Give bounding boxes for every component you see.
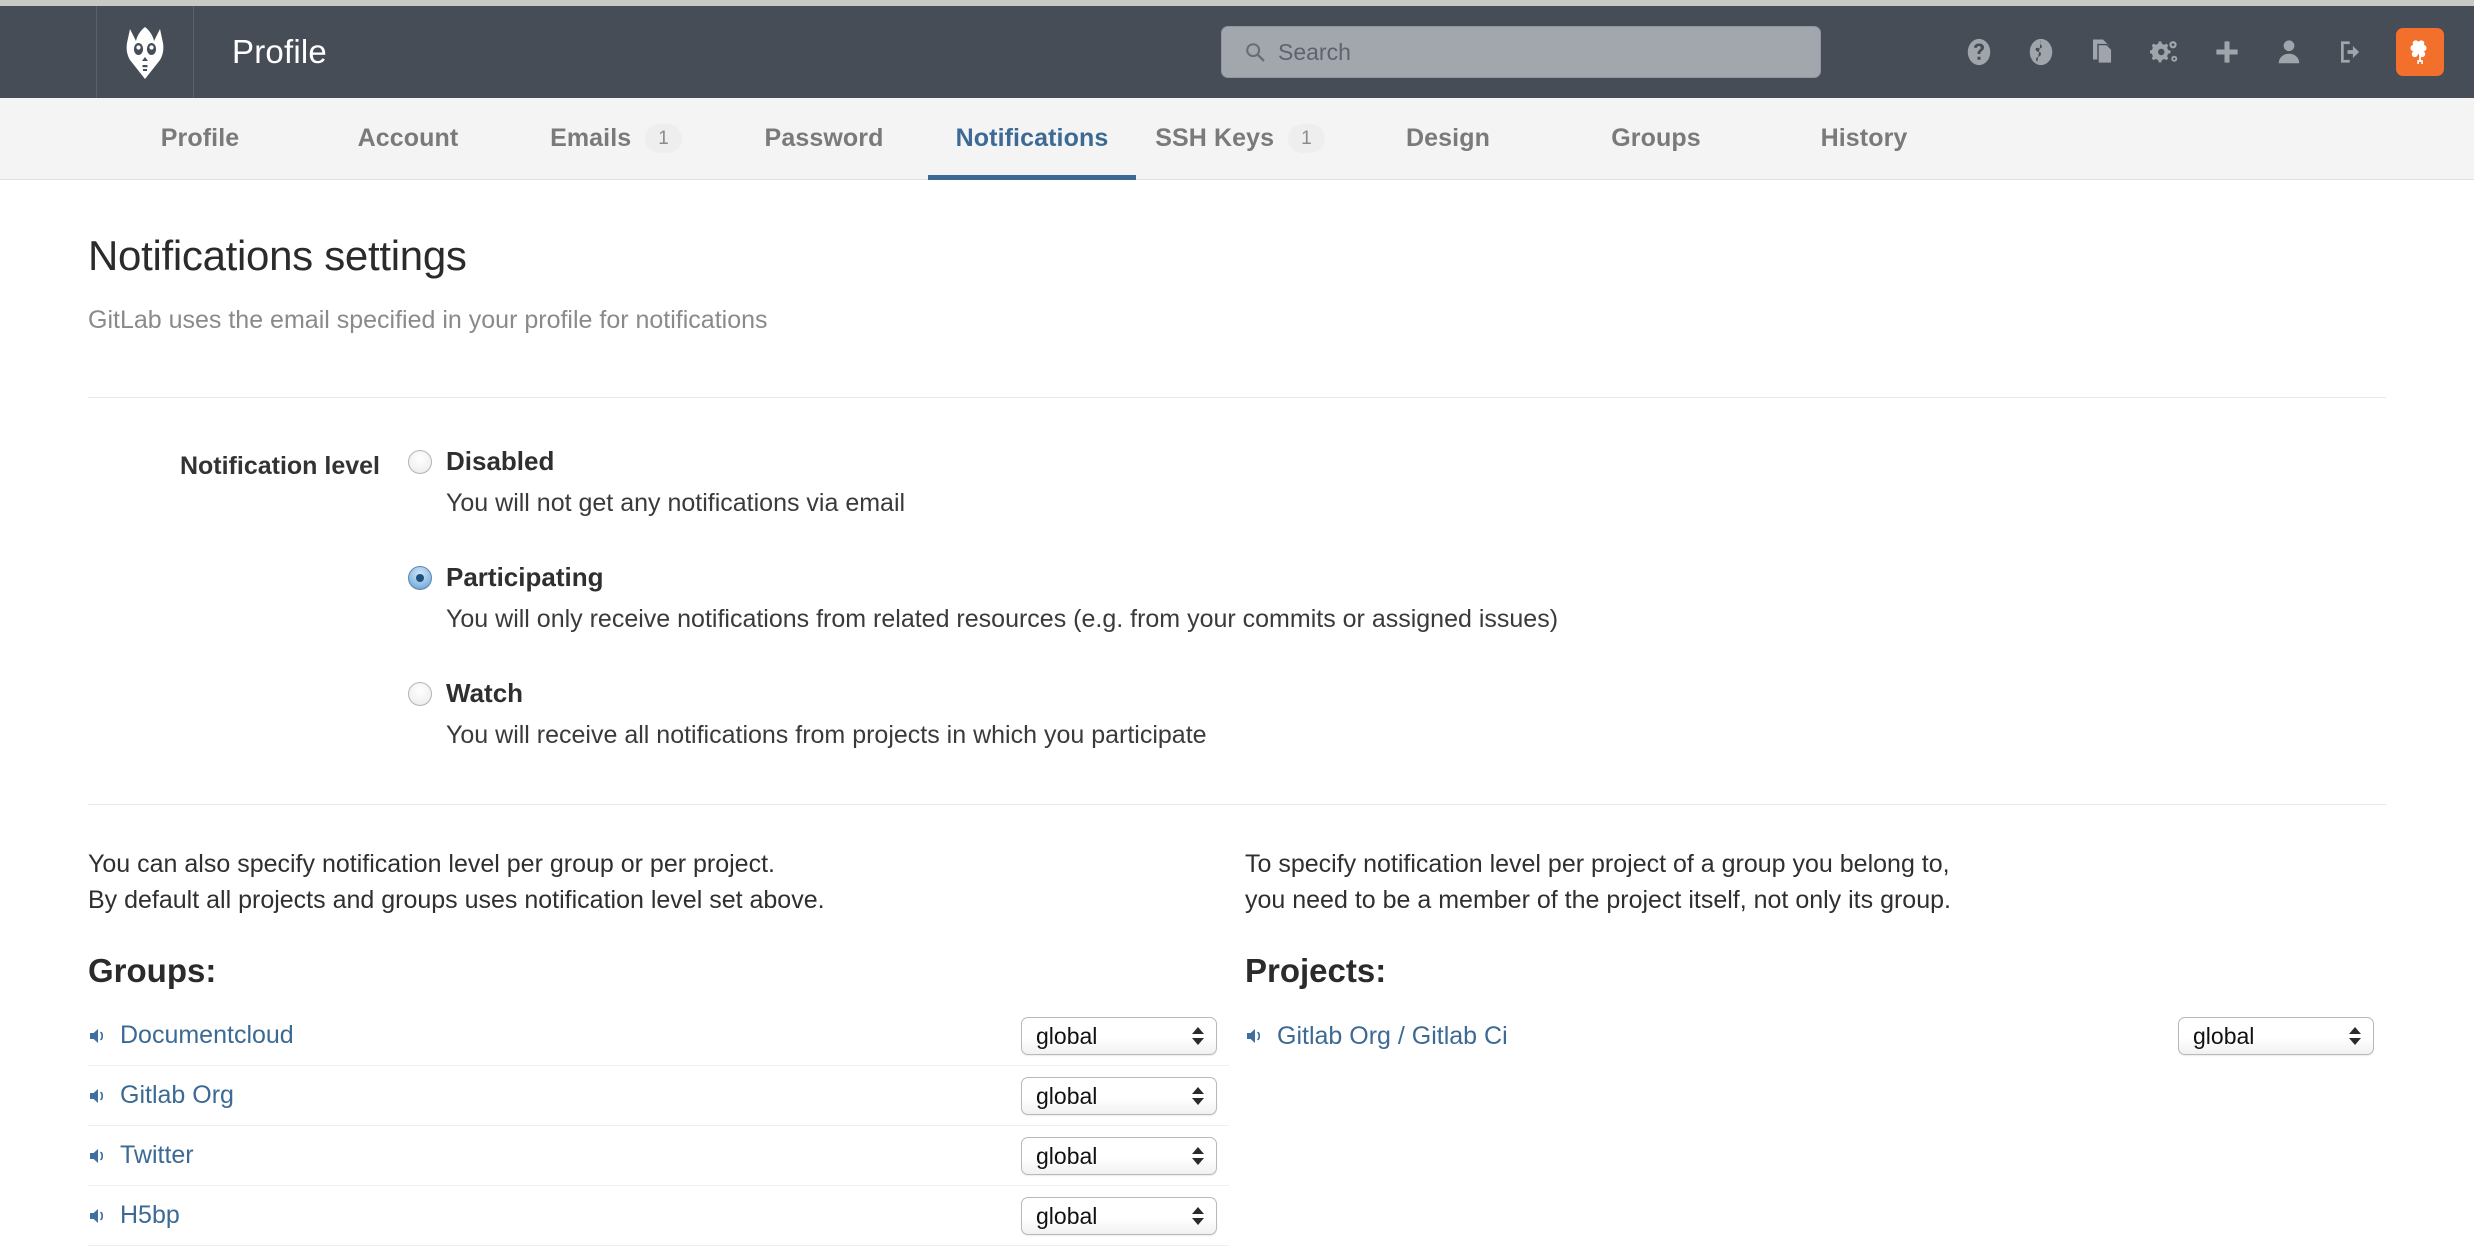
speaker-icon bbox=[1245, 1026, 1267, 1046]
group-link-twitter[interactable]: Twitter bbox=[120, 1141, 194, 1170]
groups-heading: Groups: bbox=[88, 952, 1229, 990]
radio-label-participating: Participating bbox=[446, 562, 603, 593]
search-container bbox=[1221, 26, 1821, 78]
radio-option-watch[interactable]: Watch You will receive all notifications… bbox=[408, 678, 2386, 750]
tab-label: Emails bbox=[550, 124, 631, 153]
tab-label: Password bbox=[765, 124, 884, 153]
notification-level-select-documentcloud[interactable]: global bbox=[1021, 1017, 1217, 1055]
speaker-icon bbox=[88, 1086, 110, 1106]
tab-groups[interactable]: Groups bbox=[1552, 98, 1760, 179]
page-title: Notifications settings bbox=[88, 232, 2386, 280]
list-item: Gitlab Org / Gitlab Ci global bbox=[1245, 1006, 2386, 1066]
select-wrapper: global bbox=[1021, 1197, 1217, 1235]
speaker-icon bbox=[88, 1206, 110, 1226]
search-input[interactable] bbox=[1278, 39, 1798, 66]
radio-button-watch[interactable] bbox=[408, 682, 432, 706]
per-scope-settings: You can also specify notification level … bbox=[88, 847, 2386, 1246]
avatar[interactable] bbox=[2396, 28, 2444, 76]
projects-intro-line1: To specify notification level per projec… bbox=[1245, 847, 2386, 883]
speaker-icon bbox=[88, 1146, 110, 1166]
sign-out-icon[interactable] bbox=[2320, 6, 2382, 98]
radio-option-disabled[interactable]: Disabled You will not get any notificati… bbox=[408, 446, 2386, 518]
gitlab-tanuki-icon bbox=[118, 23, 172, 81]
notification-level-select-gitlab-ci[interactable]: global bbox=[2178, 1017, 2374, 1055]
tab-label: Profile bbox=[161, 124, 240, 153]
list-item: H5bp global bbox=[88, 1186, 1229, 1246]
tab-label: Notifications bbox=[956, 124, 1109, 153]
tab-ssh-keys[interactable]: SSH Keys 1 bbox=[1136, 98, 1344, 179]
notification-level-label: Notification level bbox=[88, 446, 408, 750]
notification-level-select-gitlab-org[interactable]: global bbox=[1021, 1077, 1217, 1115]
notification-level-section: Notification level Disabled You will not… bbox=[88, 446, 2386, 750]
groups-intro-line1: You can also specify notification level … bbox=[88, 847, 1229, 883]
select-wrapper: global bbox=[2178, 1017, 2374, 1055]
radio-description-participating: You will only receive notifications from… bbox=[446, 605, 2386, 634]
tab-badge-ssh-keys: 1 bbox=[1288, 124, 1325, 153]
radio-option-participating[interactable]: Participating You will only receive noti… bbox=[408, 562, 2386, 634]
search-box[interactable] bbox=[1221, 26, 1821, 78]
tab-notifications[interactable]: Notifications bbox=[928, 98, 1136, 179]
list-item: Documentcloud global bbox=[88, 1006, 1229, 1066]
select-wrapper: global bbox=[1021, 1077, 1217, 1115]
page-header-title: Profile bbox=[232, 33, 327, 71]
projects-column: To specify notification level per projec… bbox=[1245, 847, 2386, 1246]
help-icon[interactable] bbox=[1948, 6, 2010, 98]
tab-label: SSH Keys bbox=[1155, 124, 1274, 153]
tab-design[interactable]: Design bbox=[1344, 98, 1552, 179]
list-item: Gitlab Org global bbox=[88, 1066, 1229, 1126]
files-icon[interactable] bbox=[2072, 6, 2134, 98]
groups-intro: You can also specify notification level … bbox=[88, 847, 1229, 918]
radio-button-disabled[interactable] bbox=[408, 450, 432, 474]
app-header: Profile bbox=[0, 6, 2474, 98]
projects-heading: Projects: bbox=[1245, 952, 2386, 990]
divider-top bbox=[88, 397, 2386, 398]
divider-bottom bbox=[88, 804, 2386, 805]
tab-profile[interactable]: Profile bbox=[96, 98, 304, 179]
plus-icon[interactable] bbox=[2196, 6, 2258, 98]
tab-label: Groups bbox=[1611, 124, 1701, 153]
groups-intro-line2: By default all projects and groups uses … bbox=[88, 883, 1229, 919]
select-wrapper: global bbox=[1021, 1017, 1217, 1055]
radio-button-participating[interactable] bbox=[408, 566, 432, 590]
projects-intro: To specify notification level per projec… bbox=[1245, 847, 2386, 918]
tab-account[interactable]: Account bbox=[304, 98, 512, 179]
tab-label: Account bbox=[358, 124, 459, 153]
tab-label: History bbox=[1821, 124, 1908, 153]
radio-description-watch: You will receive all notifications from … bbox=[446, 721, 2386, 750]
projects-intro-line2: you need to be a member of the project i… bbox=[1245, 883, 2386, 919]
radio-label-disabled: Disabled bbox=[446, 446, 554, 477]
tab-emails[interactable]: Emails 1 bbox=[512, 98, 720, 179]
group-link-h5bp[interactable]: H5bp bbox=[120, 1201, 180, 1230]
list-item: Twitter global bbox=[88, 1126, 1229, 1186]
profile-nav-tabs: Profile Account Emails 1 Password Notifi… bbox=[0, 98, 2474, 180]
tab-label: Design bbox=[1406, 124, 1490, 153]
tab-badge-emails: 1 bbox=[645, 124, 682, 153]
speaker-icon bbox=[88, 1026, 110, 1046]
group-link-documentcloud[interactable]: Documentcloud bbox=[120, 1021, 294, 1050]
search-icon bbox=[1244, 41, 1266, 63]
header-icon-group bbox=[1948, 6, 2450, 98]
page-subtitle: GitLab uses the email specified in your … bbox=[88, 306, 2386, 335]
main-content: Notifications settings GitLab uses the e… bbox=[0, 232, 2474, 1246]
project-link-gitlab-ci[interactable]: Gitlab Org / Gitlab Ci bbox=[1277, 1022, 1508, 1051]
tab-history[interactable]: History bbox=[1760, 98, 1968, 179]
gears-icon[interactable] bbox=[2134, 6, 2196, 98]
user-icon[interactable] bbox=[2258, 6, 2320, 98]
groups-column: You can also specify notification level … bbox=[88, 847, 1229, 1246]
group-link-gitlab-org[interactable]: Gitlab Org bbox=[120, 1081, 234, 1110]
notification-level-options: Disabled You will not get any notificati… bbox=[408, 446, 2386, 750]
logo-button[interactable] bbox=[96, 6, 194, 98]
radio-description-disabled: You will not get any notifications via e… bbox=[446, 489, 2386, 518]
globe-icon[interactable] bbox=[2010, 6, 2072, 98]
butterfly-avatar-icon bbox=[2403, 35, 2437, 69]
notification-level-select-twitter[interactable]: global bbox=[1021, 1137, 1217, 1175]
notification-level-select-h5bp[interactable]: global bbox=[1021, 1197, 1217, 1235]
select-wrapper: global bbox=[1021, 1137, 1217, 1175]
tab-password[interactable]: Password bbox=[720, 98, 928, 179]
radio-label-watch: Watch bbox=[446, 678, 523, 709]
